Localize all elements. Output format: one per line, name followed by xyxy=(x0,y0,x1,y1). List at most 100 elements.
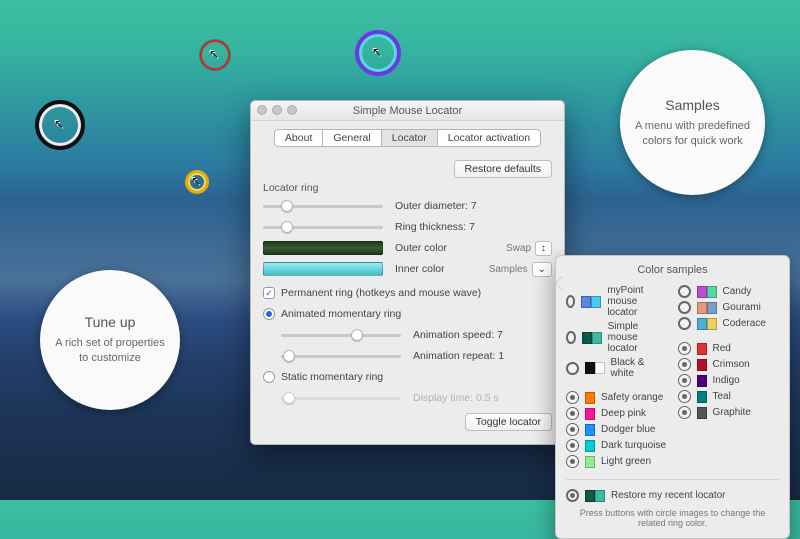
cursor-icon: ↖ xyxy=(54,118,64,130)
animated-radio[interactable] xyxy=(263,308,275,320)
demo-ring-black: ↖ xyxy=(35,100,85,150)
color-sample-button[interactable] xyxy=(566,362,579,375)
inner-color-label: Inner color xyxy=(395,263,445,275)
tab-general[interactable]: General xyxy=(323,129,381,147)
tab-about[interactable]: About xyxy=(274,129,323,147)
color-sample-label: Candy xyxy=(723,286,752,297)
outer-diameter-slider[interactable] xyxy=(263,199,383,213)
restore-recent-label: Restore my recent locator xyxy=(611,490,726,501)
color-sample-row: Teal xyxy=(678,390,780,403)
color-sample-label: Red xyxy=(713,343,731,354)
restore-recent-button[interactable] xyxy=(566,489,579,502)
color-swatch-pair xyxy=(582,332,602,344)
color-sample-button[interactable] xyxy=(678,390,691,403)
color-swatch-pair xyxy=(697,286,717,298)
color-sample-label: Dark turquoise xyxy=(601,440,666,451)
ring-thickness-slider[interactable] xyxy=(263,220,383,234)
color-sample-button[interactable] xyxy=(566,455,579,468)
color-swatch-pair xyxy=(585,362,605,374)
window-title: Simple Mouse Locator xyxy=(353,105,462,117)
color-sample-row: Gourami xyxy=(678,301,780,314)
inner-color-swatch[interactable] xyxy=(263,262,383,276)
color-sample-button[interactable] xyxy=(566,295,575,308)
color-sample-label: Graphite xyxy=(713,407,751,418)
color-sample-button[interactable] xyxy=(566,423,579,436)
color-sample-button[interactable] xyxy=(678,285,691,298)
color-swatch-pair xyxy=(697,302,717,314)
color-sample-label: Deep pink xyxy=(601,408,646,419)
permanent-ring-checkbox[interactable] xyxy=(263,287,275,299)
color-swatch xyxy=(697,343,707,355)
color-swatch xyxy=(697,359,707,371)
color-sample-button[interactable] xyxy=(678,342,691,355)
zoom-icon[interactable] xyxy=(287,105,297,115)
animation-repeat-slider[interactable] xyxy=(281,349,401,363)
color-sample-row: Dark turquoise xyxy=(566,439,668,452)
traffic-lights xyxy=(257,105,297,115)
color-sample-row: Crimson xyxy=(678,358,780,371)
samples-button[interactable]: ⌄ xyxy=(532,262,552,277)
color-sample-row: Safety orange xyxy=(566,391,668,404)
color-sample-button[interactable] xyxy=(566,331,576,344)
color-sample-row: Candy xyxy=(678,285,780,298)
color-sample-label: Crimson xyxy=(713,359,750,370)
content-pane: Restore defaults Locator ring Outer diam… xyxy=(251,151,564,444)
toggle-locator-button[interactable]: Toggle locator xyxy=(465,413,552,431)
swap-button[interactable]: ↕ xyxy=(535,241,552,256)
color-sample-label: myPoint mouse locator xyxy=(607,285,667,318)
color-swatch-pair xyxy=(581,296,601,308)
color-swatch xyxy=(585,424,595,436)
color-sample-button[interactable] xyxy=(678,301,691,314)
color-sample-button[interactable] xyxy=(678,406,691,419)
color-sample-label: Safety orange xyxy=(601,392,663,403)
color-swatch-pair xyxy=(697,318,717,330)
color-sample-row: Deep pink xyxy=(566,407,668,420)
color-swatch xyxy=(585,440,595,452)
color-sample-label: Light green xyxy=(601,456,651,467)
samples-label: Samples xyxy=(489,264,528,275)
animation-speed-label: Animation speed: 7 xyxy=(413,329,503,341)
permanent-ring-label: Permanent ring (hotkeys and mouse wave) xyxy=(281,287,481,299)
static-label: Static momentary ring xyxy=(281,371,383,383)
minimize-icon[interactable] xyxy=(272,105,282,115)
restore-defaults-button[interactable]: Restore defaults xyxy=(454,160,552,178)
color-sample-button[interactable] xyxy=(566,439,579,452)
callout-text: A rich set of properties to customize xyxy=(50,336,170,366)
color-sample-row: Simple mouse locator xyxy=(566,321,668,354)
color-sample-button[interactable] xyxy=(566,407,579,420)
demo-ring-red: ↖ xyxy=(200,40,230,70)
callout-samples: Samples A menu with predefined colors fo… xyxy=(620,50,765,195)
color-sample-label: Coderace xyxy=(723,318,766,329)
close-icon[interactable] xyxy=(257,105,267,115)
section-locator-ring: Locator ring xyxy=(263,182,552,194)
titlebar[interactable]: Simple Mouse Locator xyxy=(251,101,564,121)
color-sample-row: Coderace xyxy=(678,317,780,330)
color-sample-label: Simple mouse locator xyxy=(608,321,668,354)
color-sample-button[interactable] xyxy=(678,317,691,330)
color-sample-row: myPoint mouse locator xyxy=(566,285,668,318)
popover-title: Color samples xyxy=(566,264,779,276)
color-sample-row: Red xyxy=(678,342,780,355)
color-swatch xyxy=(585,392,595,404)
color-sample-button[interactable] xyxy=(678,374,691,387)
samples-popover: Color samples myPoint mouse locatorSimpl… xyxy=(555,255,790,539)
color-sample-button[interactable] xyxy=(566,391,579,404)
color-sample-button[interactable] xyxy=(678,358,691,371)
color-swatch xyxy=(697,375,707,387)
color-swatch xyxy=(697,407,707,419)
preferences-window: Simple Mouse Locator About General Locat… xyxy=(250,100,565,445)
outer-color-swatch[interactable] xyxy=(263,241,383,255)
outer-diameter-label: Outer diameter: 7 xyxy=(395,200,477,212)
popover-col-1: myPoint mouse locatorSimple mouse locato… xyxy=(566,282,668,471)
display-time-slider xyxy=(281,391,401,405)
animation-speed-slider[interactable] xyxy=(281,328,401,342)
static-radio[interactable] xyxy=(263,371,275,383)
tab-locator[interactable]: Locator xyxy=(382,129,438,147)
color-sample-row: Dodger blue xyxy=(566,423,668,436)
color-sample-label: Gourami xyxy=(723,302,761,313)
ring-thickness-label: Ring thickness: 7 xyxy=(395,221,475,233)
animation-repeat-label: Animation repeat: 1 xyxy=(413,350,504,362)
tab-activation[interactable]: Locator activation xyxy=(438,129,541,147)
color-sample-row: Black & white xyxy=(566,357,668,379)
demo-ring-purple: ↖ xyxy=(355,30,401,76)
